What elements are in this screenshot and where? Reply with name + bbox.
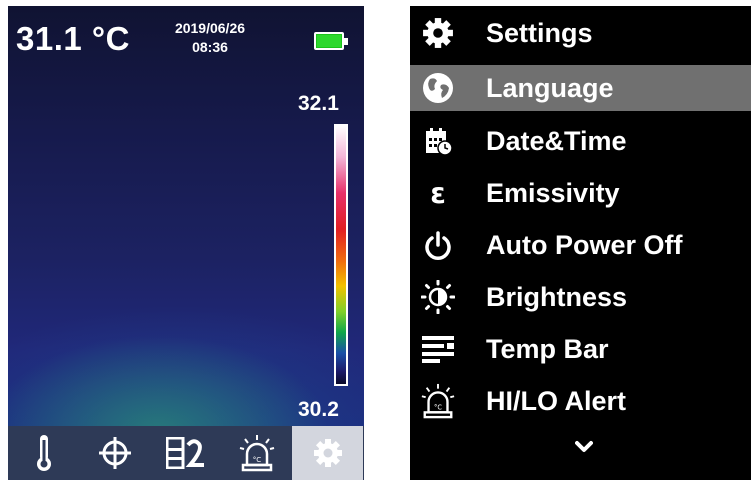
menu-item-label: HI/LO Alert [486, 385, 627, 416]
menu-item-label: Language [486, 72, 614, 103]
bottom-toolbar: °C [8, 426, 364, 480]
date-time: 2019/06/26 08:36 [168, 19, 252, 57]
menu-item-emissivity[interactable]: ε Emissivity [410, 170, 751, 216]
temp-bar-icon [422, 336, 454, 363]
battery-icon [314, 32, 348, 50]
alarm-icon: °C [421, 383, 455, 419]
battery-fill [317, 35, 341, 47]
menu-item-language[interactable]: Language [410, 65, 751, 111]
menu-item-label: Brightness [486, 281, 628, 312]
crosshair-button[interactable] [79, 426, 150, 480]
menu-item-auto-power-off[interactable]: Auto Power Off [410, 222, 751, 268]
temperature-color-bar [334, 124, 348, 386]
gear-icon [423, 18, 453, 48]
thermal-image: 31.1 °C 2019/06/26 08:36 32.1 30.2 [8, 6, 364, 426]
date-text: 2019/06/26 [174, 20, 246, 36]
settings-button[interactable] [292, 426, 363, 480]
chevron-down-icon[interactable] [575, 440, 593, 454]
menu-item-label: Temp Bar [486, 333, 609, 364]
scale-min-temp: 30.2 [298, 398, 339, 421]
thermal-camera-screen: 31.1 °C 2019/06/26 08:36 32.1 30.2 °C [8, 6, 364, 480]
menu-item-label: Date&Time [486, 125, 627, 156]
calendar-icon [426, 128, 453, 156]
power-icon [425, 231, 451, 260]
svg-text:ε: ε [430, 178, 446, 208]
settings-header: Settings [410, 10, 751, 56]
scale-max-temp: 32.1 [298, 92, 339, 115]
settings-menu-screen: Settings Language Date&Time ε Emissivity… [410, 6, 751, 480]
thermometer-button[interactable] [8, 426, 79, 480]
palette-button[interactable] [150, 426, 221, 480]
thermometer-icon [36, 435, 51, 471]
gear-icon [313, 439, 342, 467]
menu-item-brightness[interactable]: Brightness [410, 274, 751, 320]
alarm-icon: °C [239, 435, 274, 472]
brightness-icon [421, 280, 455, 314]
epsilon-icon: ε [430, 178, 446, 208]
crosshair-icon [98, 437, 131, 469]
menu-item-hi-lo-alert[interactable]: °C HI/LO Alert [410, 378, 751, 424]
menu-item-label: Auto Power Off [486, 229, 683, 260]
temperature-reading: 31.1 °C [16, 20, 130, 57]
alarm-button[interactable]: °C [221, 426, 292, 480]
time-text: 08:36 [192, 39, 228, 55]
settings-title: Settings [486, 17, 593, 48]
svg-text:°C: °C [434, 404, 442, 412]
globe-icon [423, 73, 453, 103]
menu-item-label: Emissivity [486, 177, 620, 208]
menu-item-temp-bar[interactable]: Temp Bar [410, 326, 751, 372]
menu-item-date-time[interactable]: Date&Time [410, 118, 751, 164]
svg-text:°C: °C [252, 456, 261, 464]
palette-icon [165, 437, 204, 469]
